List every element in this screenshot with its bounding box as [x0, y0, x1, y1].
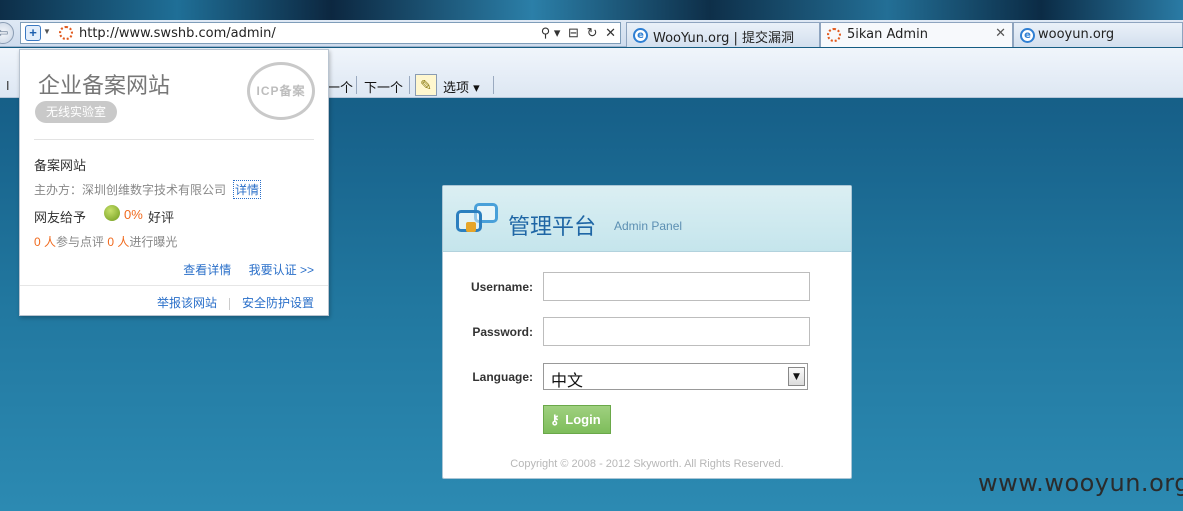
close-icon[interactable]: ✕ — [995, 26, 1006, 41]
stop-icon[interactable]: ✕ — [605, 25, 616, 40]
view-details-link[interactable]: 查看详情 — [183, 263, 231, 277]
icp-info-popup: 企业备案网站 无线实验室 ICP备案 备案网站 主办方：深圳创维数字技术有限公司… — [19, 49, 329, 316]
review-count: 0 人 — [34, 235, 57, 249]
url-text[interactable]: http://www.swshb.com/admin/ — [79, 26, 276, 41]
divider — [20, 285, 328, 286]
copyright: Copyright © 2008 - 2012 Skyworth. All Ri… — [510, 458, 784, 470]
loading-icon — [827, 28, 841, 42]
apple-icon — [104, 205, 120, 221]
refresh-icon[interactable]: ↻ — [587, 25, 598, 40]
chevron-down-icon[interactable]: ▼ — [43, 27, 51, 36]
panel-subtitle: Admin Panel — [614, 219, 683, 233]
review-count-text: 参与点评 — [56, 235, 105, 249]
panel-title: 管理平台 — [508, 215, 597, 240]
tab-label: WooYun.org | 提交漏洞 — [653, 31, 795, 46]
language-select[interactable]: 中文 ▼ — [543, 363, 808, 390]
logo-icon — [456, 202, 504, 238]
back-button[interactable]: ⇦ — [0, 22, 14, 44]
tab-5ikan-admin[interactable]: 5ikan Admin ✕ — [820, 22, 1013, 47]
verify-link[interactable]: 我要认证 >> — [249, 263, 314, 277]
language-label: Language: — [472, 370, 533, 384]
address-bar[interactable]: + ▼ http://www.swshb.com/admin/ ⚲ ▾ ⊟ ↻ … — [20, 22, 621, 44]
login-button-label: Login — [565, 412, 601, 427]
tab-wooyun-submit[interactable]: e WooYun.org | 提交漏洞 — [626, 22, 820, 47]
pencil-icon[interactable]: ✎ — [415, 74, 437, 96]
rating-word: 好评 — [148, 210, 175, 225]
popup-links: 查看详情 我要认证 >> — [183, 261, 314, 278]
username-label: Username: — [470, 280, 533, 294]
divider — [356, 76, 357, 94]
rating-percent: 0% — [124, 207, 143, 222]
lab-badge: 无线实验室 — [35, 101, 118, 123]
login-header: 管理平台 Admin Panel — [443, 186, 851, 252]
rating-label: 网友给予 — [34, 210, 87, 225]
divider — [34, 139, 314, 140]
shield-icon[interactable]: + — [25, 25, 41, 41]
ie-icon: e — [633, 28, 648, 43]
command-partial: I — [6, 79, 10, 93]
options-menu[interactable]: 选项 ▾ — [443, 77, 480, 96]
popup-footer-links: 举报该网站 安全防护设置 — [157, 294, 314, 311]
loading-icon — [59, 26, 73, 40]
chevron-down-icon[interactable]: ▼ — [788, 367, 805, 386]
ie-icon: e — [1020, 28, 1035, 43]
security-settings-link[interactable]: 安全防护设置 — [242, 296, 314, 310]
search-icon[interactable]: ⚲ ▾ — [541, 25, 561, 40]
icp-seal-icon: ICP备案 — [247, 62, 315, 120]
password-label: Password: — [472, 325, 533, 339]
find-previous-button[interactable]: 一个 — [327, 77, 353, 96]
tab-label: wooyun.org — [1038, 27, 1115, 42]
popup-title: 企业备案网站 — [38, 74, 171, 99]
login-panel: 管理平台 Admin Panel Username: Password: Lan… — [442, 185, 852, 479]
detail-link[interactable]: 详情 — [233, 180, 262, 199]
sponsor-text: 主办方：深圳创维数字技术有限公司 — [34, 183, 227, 197]
desktop-top-strip — [0, 0, 1183, 20]
password-input[interactable] — [543, 317, 810, 346]
divider — [493, 76, 494, 94]
review-counts: 0 人参与点评 0 人进行曝光 — [34, 233, 177, 250]
find-next-button[interactable]: 下一个 — [364, 77, 403, 96]
key-icon: ⚷ — [550, 412, 560, 427]
tab-label: 5ikan Admin — [847, 27, 928, 42]
divider — [409, 76, 410, 94]
compat-view-icon[interactable]: ⊟ — [568, 25, 579, 40]
language-value: 中文 — [551, 371, 584, 390]
watermark: www.wooyun.org — [978, 469, 1183, 497]
address-tools: ⚲ ▾ ⊟ ↻ ✕ — [537, 25, 616, 41]
divider — [228, 297, 230, 310]
expose-count-text: 进行曝光 — [129, 235, 178, 249]
expose-count: 0 人 — [107, 235, 130, 249]
report-site-link[interactable]: 举报该网站 — [157, 296, 217, 310]
username-input[interactable] — [543, 272, 810, 301]
site-name: 备案网站 — [34, 158, 87, 173]
tab-wooyun-org[interactable]: e wooyun.org — [1013, 22, 1183, 47]
login-button[interactable]: ⚷ Login — [543, 405, 611, 434]
